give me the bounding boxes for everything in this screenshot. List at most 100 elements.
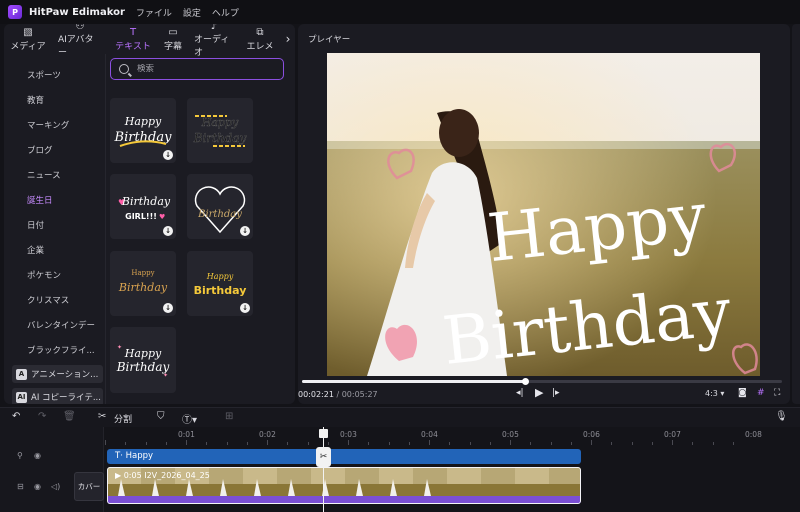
heart-icon: ♥ — [159, 213, 165, 221]
timeline-toolbar: ↶ ↷ 🗑 ✂ 分割 ⛉ Ⓣ▾ ⊞ 🎙 — [0, 407, 800, 427]
audio-icon: ♪ — [210, 24, 218, 32]
playback-progress-bar[interactable] — [302, 378, 782, 385]
template-preview: Happy Birthday ✦ ✦ — [116, 344, 170, 379]
download-icon[interactable]: ↓ — [240, 303, 250, 313]
next-frame-icon[interactable]: |▸ — [552, 388, 560, 398]
video-clip[interactable]: ▶ 0:05 I2V_2026_04_25 — [107, 467, 581, 504]
add-frame-icon[interactable]: ⊞ — [225, 411, 233, 422]
menu-file[interactable]: ファイル — [136, 6, 172, 19]
template-card[interactable]: Happy Birthday ✦ ✦ — [110, 327, 176, 393]
ruler-tick — [530, 442, 532, 445]
tab-scroll-right-button[interactable]: › — [281, 24, 295, 54]
download-icon[interactable]: ↓ — [163, 226, 173, 236]
fullscreen-icon[interactable]: ⛶ — [774, 388, 780, 398]
scissors-icon[interactable]: ✂ — [98, 411, 106, 422]
search-input[interactable] — [137, 64, 277, 74]
template-text: Happy — [206, 272, 234, 281]
head-shape — [439, 109, 479, 157]
category-item[interactable]: 教育 — [4, 89, 105, 114]
video-clip-info: ▶ 0:05 I2V_2026_04_25 — [115, 471, 210, 480]
microphone-icon[interactable]: 🎙 — [775, 411, 788, 422]
time-separator: / — [333, 390, 342, 399]
menu-help[interactable]: ヘルプ — [212, 6, 239, 19]
pin-icon[interactable]: ⚲ — [17, 451, 23, 460]
timeline-ruler[interactable]: 0:01 0:02 0:03 0:04 0:05 0:06 0:07 0:08 — [104, 427, 800, 445]
category-item[interactable]: 企業 — [4, 239, 105, 264]
template-card[interactable]: ♥ Birthday GIRL!!! ♥ ↓ — [110, 174, 176, 239]
playhead[interactable] — [323, 427, 324, 512]
category-item[interactable]: ブラックフライ... — [4, 339, 105, 364]
download-icon[interactable]: ↓ — [240, 226, 250, 236]
lock-icon[interactable]: ⊟ — [17, 482, 24, 491]
grid-icon[interactable]: # — [757, 388, 765, 398]
player-panel: プレイヤー Happy Birthday 00:02:21 / 00:05:27… — [298, 24, 790, 404]
tab-media[interactable]: ▧ メディア — [4, 24, 52, 54]
previous-frame-icon[interactable]: ◂| — [516, 388, 524, 398]
category-ai-copywriting[interactable]: AI AI コピーライテ... — [12, 388, 103, 404]
aspect-ratio-select[interactable]: 4:3 ▾ — [705, 389, 724, 398]
ruler-tick — [712, 442, 714, 445]
redo-icon[interactable]: ↷ — [38, 411, 46, 422]
ruler-tick-label: 0:03 — [340, 430, 357, 439]
tab-element[interactable]: ⧉ エレメ — [240, 24, 280, 54]
tab-audio[interactable]: ♪ オーディオ — [188, 24, 240, 58]
playhead-handle[interactable] — [319, 429, 328, 438]
template-text: GIRL!!! — [125, 212, 157, 221]
ruler-tick — [408, 442, 410, 445]
eye-icon[interactable]: ◉ — [34, 451, 41, 460]
category-item[interactable]: ニュース — [4, 164, 105, 189]
text-clip[interactable]: T· Happy — [107, 449, 581, 464]
split-scissors-icon[interactable]: ✂ — [316, 447, 331, 467]
category-item[interactable]: 日付 — [4, 214, 105, 239]
template-card[interactable]: Happy Birthday ↓ — [187, 251, 253, 316]
delete-icon[interactable]: 🗑 — [63, 411, 76, 422]
app-title: HitPaw Edimakor — [29, 6, 125, 18]
ai-icon: AI — [16, 391, 27, 403]
eye-icon[interactable]: ◉ — [34, 482, 41, 491]
download-icon[interactable]: ↓ — [163, 150, 173, 160]
download-icon[interactable]: ↓ — [163, 303, 173, 313]
template-text: Happy — [131, 269, 154, 277]
media-tabbar: ▧ メディア ⚇ AIアバター T テキスト ▭ 字幕 ♪ オーディオ ⧉ エレ… — [4, 24, 295, 58]
tab-subtitle[interactable]: ▭ 字幕 — [158, 24, 188, 54]
category-item[interactable]: ブログ — [4, 139, 105, 164]
category-item[interactable]: スポーツ — [4, 64, 105, 89]
template-text: Birthday — [197, 209, 242, 220]
speaker-icon[interactable]: ◁) — [51, 482, 60, 491]
app-logo-icon: P — [8, 5, 22, 19]
tab-label: オーディオ — [194, 34, 230, 58]
tab-label: 字幕 — [164, 41, 183, 52]
tab-ai-avatar[interactable]: ⚇ AIアバター — [52, 24, 108, 58]
template-card[interactable]: Happy Birthday — [187, 98, 253, 163]
template-text: Happy — [201, 116, 239, 129]
menu-settings[interactable]: 設定 — [183, 6, 201, 19]
category-item[interactable]: マーキング — [4, 114, 105, 139]
ruler-tick-label: 0:01 — [178, 430, 195, 439]
category-item[interactable]: クリスマス — [4, 289, 105, 314]
ruler-tick — [226, 442, 228, 445]
cover-button[interactable]: カバー — [74, 472, 104, 501]
shield-icon[interactable]: ⛉ — [157, 411, 165, 422]
category-item-birthday[interactable]: 誕生日 — [4, 189, 105, 214]
ruler-tick — [145, 442, 147, 445]
category-item[interactable]: バレンタインデー — [4, 314, 105, 339]
search-box[interactable] — [110, 58, 284, 80]
text-style-button[interactable]: Ⓣ▾ — [182, 411, 197, 426]
template-card[interactable]: Birthday ↓ — [187, 174, 253, 239]
undo-icon[interactable]: ↶ — [12, 411, 20, 422]
video-preview[interactable]: Happy Birthday — [327, 53, 760, 376]
camera-icon[interactable]: ◙ — [738, 388, 747, 398]
split-button[interactable]: 分割 — [114, 412, 132, 425]
current-time: 00:02:21 — [298, 390, 334, 399]
chevron-right-icon: › — [285, 32, 291, 46]
play-icon[interactable]: ▶ — [535, 386, 543, 399]
template-card[interactable]: Happy Birthday ↓ — [110, 251, 176, 316]
ruler-tick — [510, 440, 511, 445]
aspect-ratio-value: 4:3 — [705, 389, 718, 398]
ruler-tick — [307, 442, 309, 445]
category-animation[interactable]: A アニメーション... — [12, 365, 103, 383]
category-item[interactable]: ポケモン — [4, 264, 105, 289]
progress-knob[interactable] — [522, 378, 530, 385]
template-card[interactable]: Happy Birthday ↓ — [110, 98, 176, 163]
tab-text[interactable]: T テキスト — [108, 24, 158, 54]
